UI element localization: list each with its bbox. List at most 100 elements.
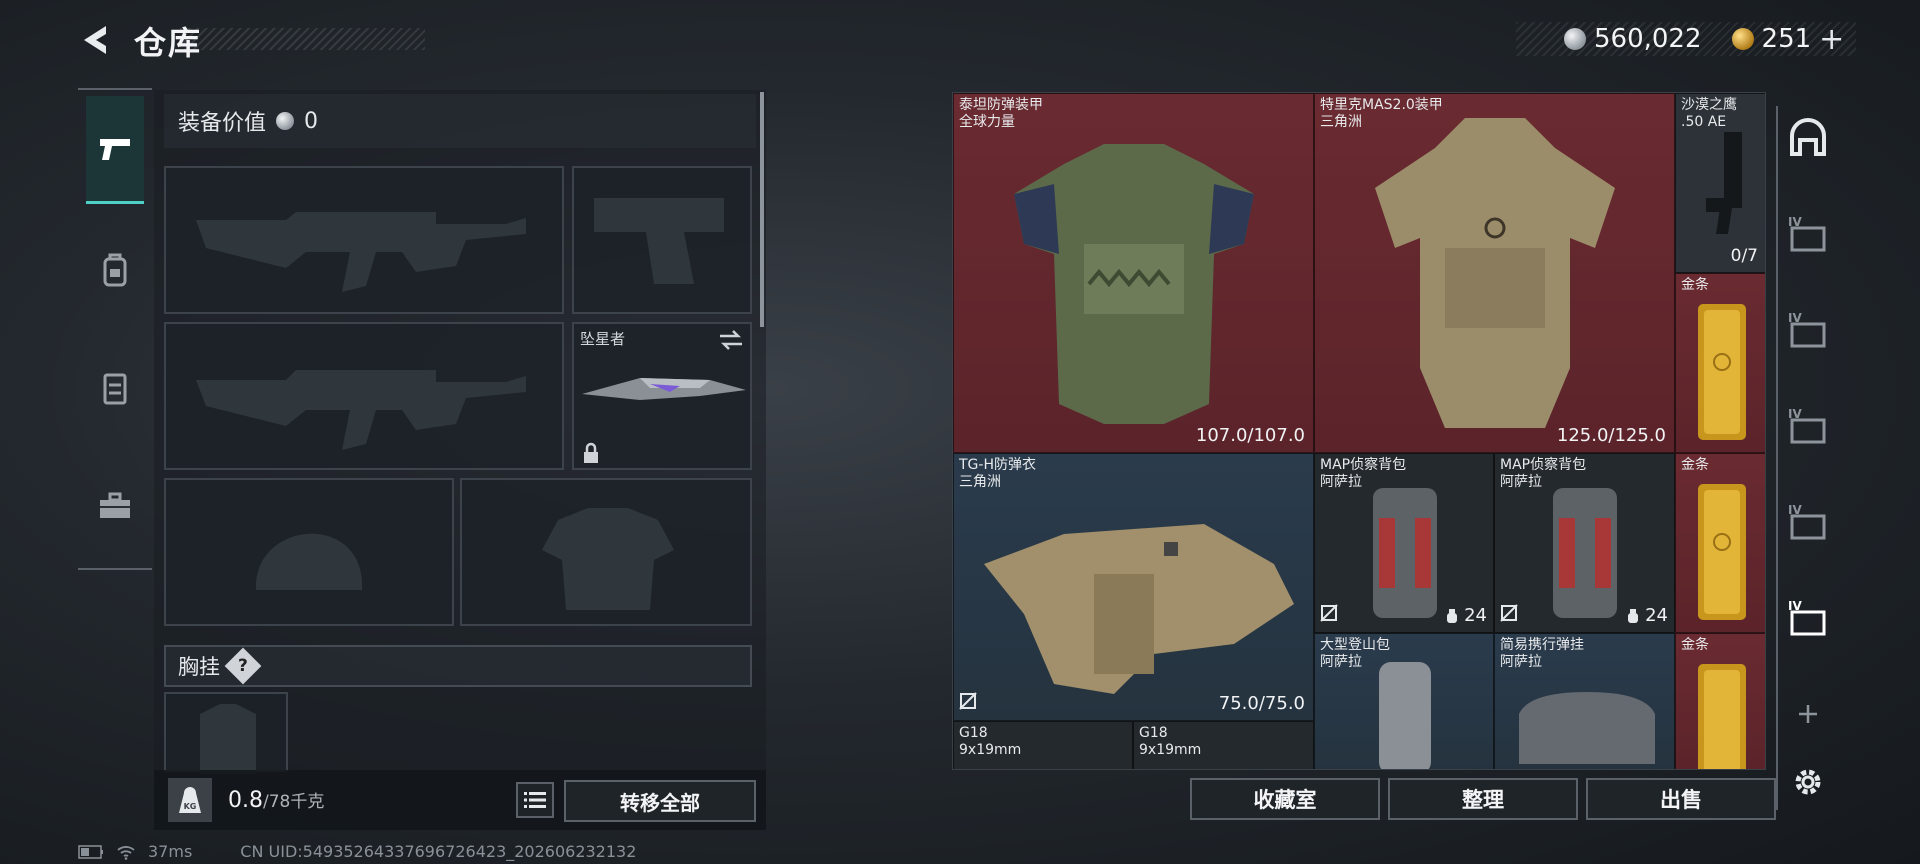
capacity-icon xyxy=(1447,608,1458,623)
backpack-icon xyxy=(103,253,127,287)
add-currency-button[interactable]: + xyxy=(1819,22,1844,57)
add-storage-page-button[interactable] xyxy=(1784,690,1832,738)
page-title: 仓库 xyxy=(134,24,203,62)
weight-max: /78千克 xyxy=(263,792,325,812)
plus-icon xyxy=(1799,705,1817,723)
help-icon[interactable]: ? xyxy=(224,647,262,685)
storage-item[interactable]: 金条 xyxy=(1675,633,1765,769)
storage-item[interactable]: 沙漠之鹰 .50 AE 0/7 xyxy=(1675,93,1765,273)
storage-item[interactable]: MAP侦察背包 阿萨拉 24 xyxy=(1314,453,1494,633)
tab-backpack[interactable] xyxy=(86,216,144,324)
titan-armor-image xyxy=(1014,144,1254,424)
armor-silhouette-icon xyxy=(542,508,674,610)
desert-eagle-image xyxy=(1706,132,1742,234)
ping-value: 37ms xyxy=(148,842,193,861)
capacity: 24 xyxy=(1626,605,1668,626)
swap-icon[interactable] xyxy=(718,328,744,352)
storage-item[interactable]: 大型登山包 阿萨拉 xyxy=(1314,633,1494,769)
rifle-silhouette-icon xyxy=(196,370,526,450)
lock-icon xyxy=(584,442,598,463)
back-arrow-icon xyxy=(84,26,106,54)
storage-page-tab-1[interactable]: IV xyxy=(1784,210,1832,258)
storage-item[interactable]: 泰坦防弹装甲 全球力量 107.0/107.0 xyxy=(953,93,1314,453)
recon-backpack-image xyxy=(1373,488,1437,618)
transfer-all-button[interactable]: 转移全部 xyxy=(564,780,756,822)
tab-chest-rig[interactable] xyxy=(86,334,144,442)
svg-text:KG: KG xyxy=(184,802,197,811)
armor-slot[interactable] xyxy=(460,478,752,626)
helmet-slot[interactable] xyxy=(164,478,454,626)
back-button[interactable] xyxy=(76,20,116,60)
storage-page-tab-4[interactable]: IV xyxy=(1784,498,1832,546)
storage-item[interactable]: G18 9x19mm xyxy=(1133,721,1314,769)
no-insure-icon xyxy=(959,692,977,714)
title-decoration xyxy=(180,28,425,50)
chest-rig-header: 胸挂 ? xyxy=(164,645,752,687)
storage-page-tab-5[interactable]: IV xyxy=(1784,594,1832,642)
tab-toolbox[interactable] xyxy=(86,452,144,560)
equipment-scrollbar[interactable] xyxy=(760,92,764,327)
organize-button[interactable]: 整理 xyxy=(1388,778,1578,820)
tab-weapons[interactable] xyxy=(86,96,144,204)
main-storage-tab[interactable] xyxy=(1784,114,1832,162)
item-name: 金条 xyxy=(1681,637,1709,653)
storage-page-icon: IV xyxy=(1788,407,1826,444)
list-view-button[interactable] xyxy=(516,782,554,818)
settings-button[interactable] xyxy=(1784,758,1832,806)
item-name: 沙漠之鹰 .50 AE xyxy=(1681,97,1737,130)
capacity: 24 xyxy=(1445,605,1487,626)
silver-coin-icon xyxy=(1564,28,1586,50)
melee-name: 坠星者 xyxy=(580,330,626,348)
primary-weapon-slot[interactable] xyxy=(164,166,564,314)
item-name: 金条 xyxy=(1681,277,1709,293)
list-icon xyxy=(524,792,546,808)
wifi-icon xyxy=(117,845,135,860)
rifle-silhouette-icon xyxy=(196,212,526,292)
gold-bar-image xyxy=(1698,664,1746,769)
durability: 125.0/125.0 xyxy=(1556,425,1666,446)
chest-rig-label: 胸挂 xyxy=(178,655,220,679)
durability: 107.0/107.0 xyxy=(1195,425,1305,446)
storage-page-tab-3[interactable]: IV xyxy=(1784,402,1832,450)
equipment-value-header: 装备价值 0 xyxy=(164,94,756,148)
gold-coin-icon xyxy=(1731,28,1754,50)
sell-button[interactable]: 出售 xyxy=(1586,778,1776,820)
item-name: 简易携行弹挂 阿萨拉 xyxy=(1500,637,1584,670)
gold-bar-image xyxy=(1698,304,1746,440)
weight-current: 0.8 xyxy=(228,788,263,813)
silver-amount: 560,022 xyxy=(1594,24,1702,54)
storage-item[interactable]: MAP侦察背包 阿萨拉 24 xyxy=(1494,453,1675,633)
gold-bar-image xyxy=(1698,484,1746,620)
storage-item[interactable]: 特里克MAS2.0装甲 三角洲 125.0/125.0 xyxy=(1314,93,1675,453)
storage-item[interactable]: TG-H防弹衣 三角洲 75.0/75.0 xyxy=(953,453,1314,721)
silver-coin-icon xyxy=(276,112,295,130)
pistol-icon xyxy=(100,138,130,160)
tgh-vest-image xyxy=(984,524,1294,694)
capacity-icon xyxy=(1628,608,1639,623)
secondary-weapon-slot[interactable] xyxy=(572,166,752,314)
collection-room-button[interactable]: 收藏室 xyxy=(1190,778,1380,820)
knife-image xyxy=(582,378,746,400)
equipment-category-rail xyxy=(78,88,152,570)
status-bar: 37ms CN UID:54935264337696726423_2026062… xyxy=(78,842,636,861)
melee-slot[interactable]: 坠星者 xyxy=(572,322,752,470)
weight-readout: 0.8/78千克 xyxy=(228,787,324,813)
toolbox-icon xyxy=(100,492,130,518)
item-name: 金条 xyxy=(1681,457,1709,473)
storage-page-icon: IV xyxy=(1788,311,1826,348)
storage-page-tab-2[interactable]: IV xyxy=(1784,306,1832,354)
user-uid: CN UID:54935264337696726423_202606232132 xyxy=(240,842,637,861)
helmet-silhouette-icon xyxy=(255,533,363,590)
storage-item[interactable]: G18 9x19mm xyxy=(953,721,1133,769)
storage-item[interactable]: 金条 xyxy=(1675,453,1765,633)
storage-page-icon: IV xyxy=(1788,599,1826,636)
chest-rig-silhouette-icon xyxy=(200,704,256,774)
tertiary-weapon-slot[interactable] xyxy=(164,322,564,470)
weight-icon: KG xyxy=(168,778,212,822)
storage-item[interactable]: 金条 xyxy=(1675,273,1765,453)
currency-bar: 560,022 251 + xyxy=(1516,22,1856,57)
storage-item[interactable]: 简易携行弹挂 阿萨拉 xyxy=(1494,633,1675,769)
hiking-backpack-image xyxy=(1379,662,1431,769)
chest-rig-slot[interactable] xyxy=(164,692,288,774)
equipment-value-label: 装备价值 xyxy=(178,111,267,136)
